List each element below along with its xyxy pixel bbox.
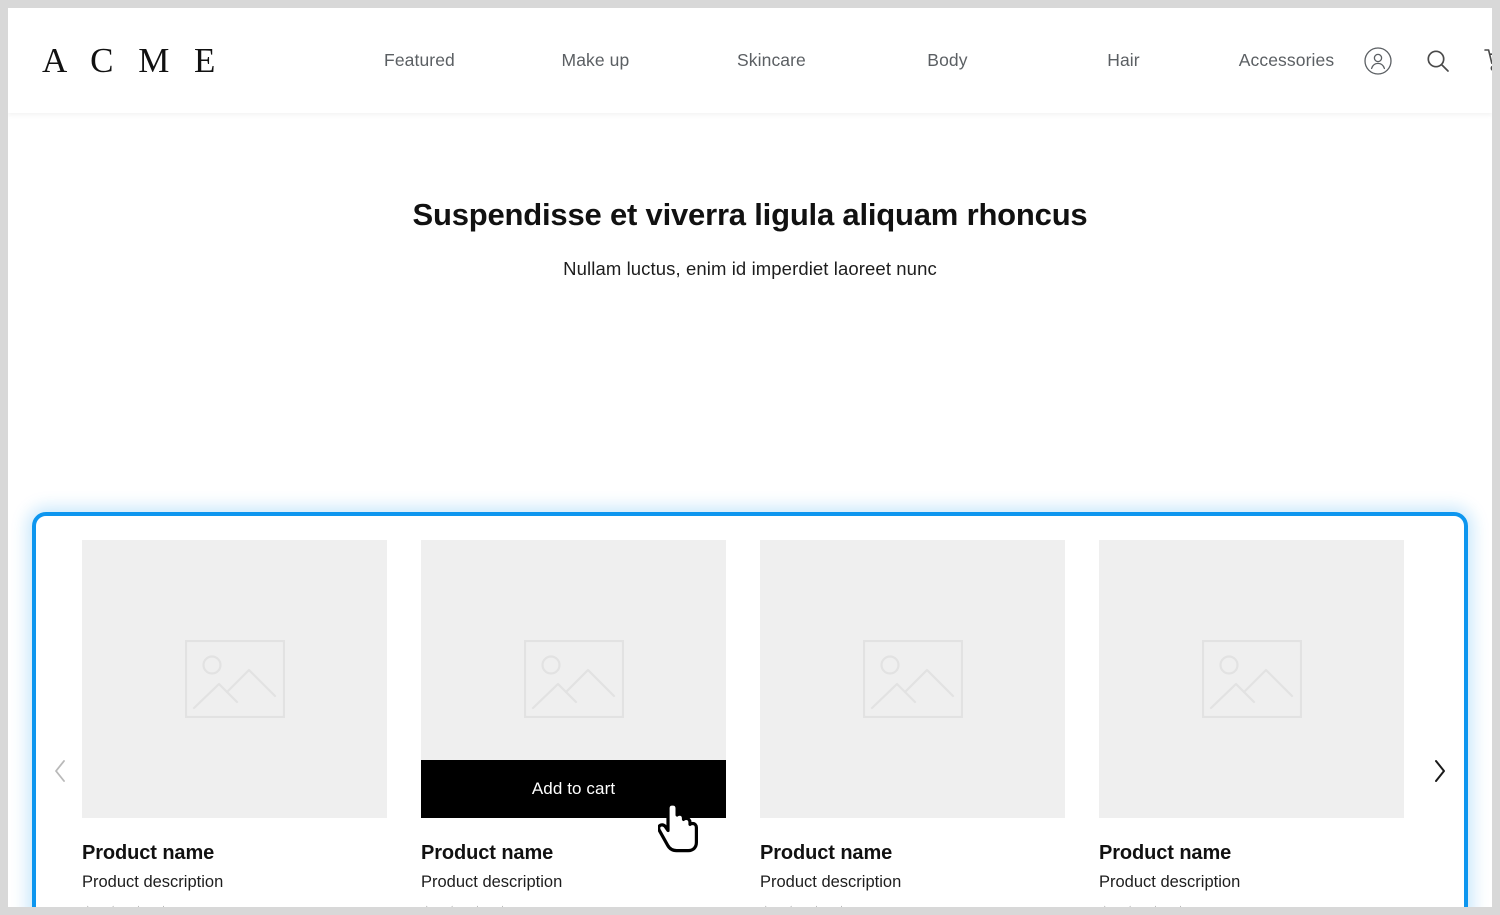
chevron-right-icon [1435, 759, 1445, 782]
image-placeholder-icon [862, 640, 963, 718]
cart-button[interactable]: 3 [1481, 44, 1492, 78]
nav-item-featured[interactable]: Featured [331, 50, 507, 71]
product-name: Product name [82, 842, 215, 864]
header-actions: 3 [1361, 44, 1492, 78]
brand-logo[interactable]: A C M E [42, 43, 223, 78]
product-description: Product description [82, 873, 224, 891]
add-to-cart-button[interactable]: Add to cart [421, 760, 726, 818]
shopping-cart-icon [1484, 48, 1492, 70]
search-icon [1427, 49, 1450, 72]
product-rating-stars: ★ ★ ★ ★ [421, 904, 760, 907]
product-image-placeholder[interactable] [82, 540, 387, 818]
product-image-placeholder[interactable] [760, 540, 1065, 818]
product-card[interactable]: Add to cart Product name Product descrip… [421, 540, 760, 907]
nav-item-accessories[interactable]: Accessories [1211, 50, 1361, 71]
product-card[interactable]: Product name Product description ★ ★ ★ ★… [82, 540, 421, 907]
main-navigation: Featured Make up Skincare Body Hair Acce… [331, 50, 1361, 71]
product-description: Product description [421, 873, 563, 891]
product-card[interactable]: Product name Product description ★ ★ ★ ★… [760, 540, 1099, 907]
carousel-track: Product name Product description ★ ★ ★ ★… [82, 516, 1418, 907]
product-image-placeholder[interactable] [1099, 540, 1404, 818]
carousel-next-button[interactable] [1418, 757, 1462, 785]
product-image-placeholder[interactable]: Add to cart [421, 540, 726, 818]
image-placeholder-icon [184, 640, 285, 718]
product-rating-stars: ★ ★ ★ ★ [82, 904, 421, 907]
site-header: A C M E Featured Make up Skincare Body H… [8, 8, 1492, 113]
nav-item-skincare[interactable]: Skincare [683, 50, 859, 71]
product-carousel-highlighted: Product name Product description ★ ★ ★ ★… [32, 512, 1468, 907]
user-circle-icon [1364, 46, 1393, 75]
page-subtitle: Nullam luctus, enim id imperdiet laoreet… [563, 258, 937, 279]
browser-viewport: A C M E Featured Make up Skincare Body H… [8, 8, 1492, 907]
product-name: Product name [421, 842, 554, 864]
product-description: Product description [760, 873, 902, 891]
nav-item-makeup[interactable]: Make up [507, 50, 683, 71]
product-card[interactable]: Product name Product description ★ ★ ★ ★… [1099, 540, 1418, 907]
nav-item-hair[interactable]: Hair [1035, 50, 1211, 71]
search-button[interactable] [1421, 44, 1455, 78]
image-placeholder-icon [523, 640, 624, 718]
carousel-inner: Product name Product description ★ ★ ★ ★… [36, 516, 1464, 907]
account-button[interactable] [1361, 44, 1395, 78]
product-name: Product name [1099, 842, 1232, 864]
chevron-left-icon [55, 759, 65, 782]
page-title: Suspendisse et viverra ligula aliquam rh… [412, 197, 1088, 232]
product-rating-stars: ★ ★ ★ ★ [1099, 904, 1418, 907]
nav-item-body[interactable]: Body [859, 50, 1035, 71]
product-description: Product description [1099, 873, 1241, 891]
carousel-prev-button[interactable] [38, 757, 82, 785]
product-rating-stars: ★ ★ ★ ★ [760, 904, 1099, 907]
page-body: Suspendisse et viverra ligula aliquam rh… [8, 197, 1492, 907]
product-name: Product name [760, 842, 893, 864]
image-placeholder-icon [1201, 640, 1302, 718]
